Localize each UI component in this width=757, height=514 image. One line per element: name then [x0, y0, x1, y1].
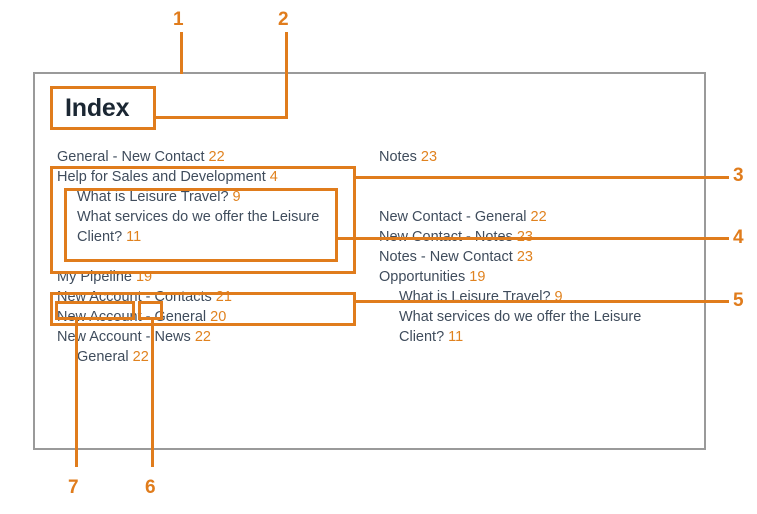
- index-entry[interactable]: New Account - News 22: [57, 327, 357, 347]
- index-entry-label: What services do we offer the Leisure: [77, 209, 320, 225]
- index-entry[interactable]: New Account - Contacts 21: [57, 287, 357, 307]
- index-entry[interactable]: General - New Contact 22: [57, 147, 357, 167]
- index-entry-label: New Account - General: [57, 309, 207, 325]
- index-entry-label: Notes - New Contact: [379, 249, 513, 265]
- index-entry-label: Opportunities: [379, 269, 466, 285]
- index-entry[interactable]: Help for Sales and Development 4: [57, 167, 357, 187]
- callout-number-5: 5: [733, 290, 744, 311]
- index-entry[interactable]: Client? 11: [379, 327, 679, 347]
- index-entry-page-number: 4: [269, 169, 278, 185]
- callout-number-3: 3: [733, 165, 744, 186]
- index-entry-page-number: 11: [126, 229, 142, 245]
- index-entry-label: Client?: [399, 329, 445, 345]
- index-entry-label: New Account - News: [57, 329, 191, 345]
- index-entry-label: Client?: [77, 229, 123, 245]
- index-entry-label: My Pipeline: [57, 269, 132, 285]
- index-entry-page-number: 21: [215, 289, 232, 305]
- index-spacer: [379, 167, 679, 187]
- index-right-column: Notes 23 New Contact - General 22 New Cont…: [379, 147, 679, 347]
- index-entry-label: What is Leisure Travel?: [399, 289, 551, 305]
- callout-diagram-canvas: Index General - New Contact 22 Help for S…: [0, 0, 757, 514]
- index-entry[interactable]: New Contact - Notes 23: [379, 227, 679, 247]
- index-entry-label: What is Leisure Travel?: [77, 189, 229, 205]
- leader-line-1: [180, 32, 183, 74]
- callout-number-4: 4: [733, 227, 744, 248]
- index-entry[interactable]: What is Leisure Travel? 9: [379, 287, 679, 307]
- index-entry-page-number: 19: [469, 269, 486, 285]
- index-spacer: [379, 187, 679, 207]
- index-entry[interactable]: What services do we offer the Leisure: [57, 207, 357, 227]
- index-entry[interactable]: Notes 23: [379, 147, 679, 167]
- callout-number-6: 6: [145, 477, 156, 498]
- index-left-column: General - New Contact 22 Help for Sales a…: [57, 147, 357, 367]
- index-spacer: [57, 247, 357, 267]
- index-entry-page-number: 20: [210, 309, 227, 325]
- index-entry-page-number: 9: [232, 189, 241, 205]
- index-entry-page-number: 22: [208, 149, 225, 165]
- callout-number-7: 7: [68, 477, 79, 498]
- page-title: Index: [65, 93, 130, 122]
- index-entry[interactable]: General 22: [57, 347, 357, 367]
- index-entry[interactable]: My Pipeline 19: [57, 267, 357, 287]
- index-entry-page-number: 19: [135, 269, 153, 285]
- index-entry[interactable]: What services do we offer the Leisure: [379, 307, 679, 327]
- index-entry[interactable]: New Contact - General 22: [379, 207, 679, 227]
- index-entry-label: What services do we offer the Leisure: [399, 309, 642, 325]
- index-entry-label: General: [77, 349, 129, 365]
- index-entry-label: Help for Sales and Development: [57, 169, 266, 185]
- index-entry-page-number: 22: [530, 209, 547, 225]
- index-entry-page-number: 23: [516, 229, 533, 245]
- index-entry-label: New Contact - Notes: [379, 229, 513, 245]
- index-entry-label: New Contact - General: [379, 209, 527, 225]
- index-entry[interactable]: What is Leisure Travel? 9: [57, 187, 357, 207]
- index-entry-page-number: 22: [194, 329, 211, 345]
- index-entry-page-number: 23: [516, 249, 533, 265]
- index-entry-page-number: 22: [132, 349, 149, 365]
- callout-number-1: 1: [173, 9, 184, 30]
- index-entry[interactable]: Notes - New Contact 23: [379, 247, 679, 267]
- index-entry[interactable]: Opportunities 19: [379, 267, 679, 287]
- index-entry[interactable]: Client? 11: [57, 227, 357, 247]
- index-entry-page-number: 23: [420, 149, 438, 165]
- index-entry[interactable]: New Account - General 20: [57, 307, 357, 327]
- index-entry-page-number: 9: [554, 289, 563, 305]
- index-entry-page-number: 11: [448, 329, 464, 345]
- index-entry-label: New Account - Contacts: [57, 289, 212, 305]
- index-entry-label: General - New Contact: [57, 149, 205, 165]
- index-entry-label: Notes: [379, 149, 417, 165]
- callout-number-2: 2: [278, 9, 289, 30]
